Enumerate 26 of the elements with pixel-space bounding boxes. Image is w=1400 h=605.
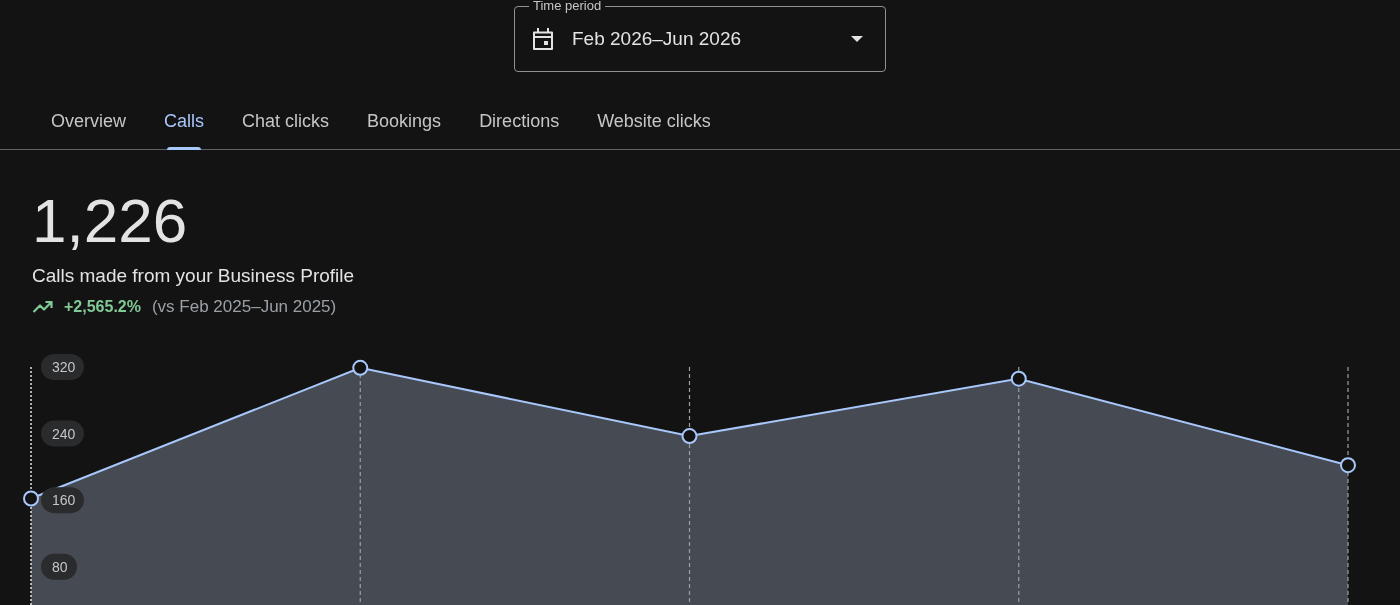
tab[interactable]: Calls [145,92,224,150]
tab[interactable]: Website clicks [578,92,730,150]
y-tick-label: 160 [52,492,76,509]
data-point [23,490,39,507]
data-point [1010,370,1027,387]
data-point [352,359,369,376]
total-count: 1,226 [32,190,188,252]
tab[interactable]: Chat clicks [223,92,349,150]
y-tick-label: 320 [41,354,84,380]
metric-description: Calls made from your Business Profile [32,264,355,288]
y-tick-label: 240 [41,420,84,447]
dropdown-value: Feb 2026–Jun 2026 [572,26,742,51]
y-tick-label: 240 [52,425,76,442]
data-point [681,428,698,445]
percent-change: +2,565.2% [64,297,141,317]
y-tick-label: 320 [52,359,76,375]
data-point [1340,457,1356,474]
tab[interactable]: Directions [460,92,579,150]
tab[interactable]: Bookings [348,92,461,150]
caret-icon [851,36,863,42]
tab[interactable]: Overview [32,92,145,150]
date-range-dropdown[interactable]: Time period Feb 2026–Jun 2026 [514,0,886,72]
y-tick-label: 80 [52,558,68,575]
calendar-icon [532,27,554,51]
comparison-period: (vs Feb 2025–Jun 2025) [151,296,337,319]
field-label: Time period [532,0,603,12]
